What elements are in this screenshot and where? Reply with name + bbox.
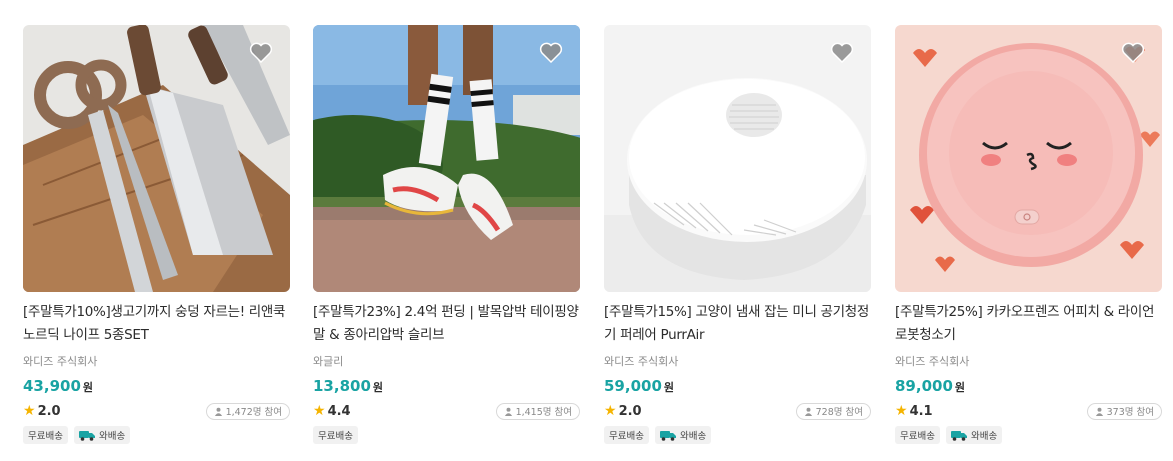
heart-icon[interactable] [539, 41, 563, 63]
heart-icon[interactable] [830, 41, 854, 63]
truck-icon [950, 430, 967, 441]
participants-badge: 1,415명 참여 [495, 402, 580, 420]
participants-badge: 728명 참여 [795, 402, 871, 420]
tag-label: 무료배송 [28, 431, 63, 442]
star-icon: ★ [895, 403, 908, 419]
knife-set-image [23, 25, 290, 292]
product-image[interactable] [895, 25, 1162, 292]
participants-count: 1,472명 참여 [225, 407, 282, 418]
product-card[interactable]: [주말특가23%] 2.4억 펀딩 | 발목압박 테이핑양말 & 종아리압박 슬… [313, 25, 580, 444]
star-icon: ★ [313, 403, 326, 419]
currency: 원 [954, 381, 966, 394]
wa-delivery-tag: 와배송 [654, 426, 712, 444]
rating-row: ★ 2.0 728명 참여 [604, 402, 871, 420]
seller-name: 와글리 [313, 355, 344, 368]
truck-icon [78, 430, 95, 441]
price-row: 59,000 원 [604, 377, 871, 397]
product-grid: [주말특가10%]생고기까지 숭덩 자르는! 리앤쿡 노르딕 나이프 5종SET… [0, 0, 1173, 461]
air-purifier-image [604, 25, 871, 292]
star-icon: ★ [23, 403, 36, 419]
star-icon: ★ [604, 403, 617, 419]
free-shipping-tag: 무료배송 [604, 426, 649, 444]
tag-list: 무료배송 와배송 [23, 426, 290, 444]
rating-row: ★ 4.1 373명 참여 [895, 402, 1162, 420]
rating-row: ★ 2.0 1,472명 참여 [23, 402, 290, 420]
rating: ★ 4.4 [313, 403, 351, 419]
tag-label: 와배송 [970, 431, 998, 442]
rating-value: 2.0 [37, 403, 61, 419]
product-title[interactable]: [주말특가25%] 카카오프렌즈 어피치 & 라이언 로봇청소기 [895, 301, 1162, 347]
price: 89,000 [895, 377, 953, 395]
rating: ★ 2.0 [604, 403, 642, 419]
product-card[interactable]: [주말특가10%]생고기까지 숭덩 자르는! 리앤쿡 노르딕 나이프 5종SET… [23, 25, 290, 444]
participants-badge: 373명 참여 [1086, 402, 1162, 420]
price: 59,000 [604, 377, 662, 395]
tag-list: 무료배송 와배송 [604, 426, 871, 444]
rating-value: 4.4 [327, 403, 351, 419]
tag-label: 와배송 [679, 431, 707, 442]
wa-delivery-tag: 와배송 [73, 426, 131, 444]
tag-list: 무료배송 [313, 426, 580, 444]
rating: ★ 2.0 [23, 403, 61, 419]
person-icon [504, 407, 512, 416]
free-shipping-tag: 무료배송 [313, 426, 358, 444]
wa-delivery-tag: 와배송 [945, 426, 1003, 444]
participants-count: 1,415명 참여 [515, 407, 572, 418]
tag-list: 무료배송 와배송 [895, 426, 1162, 444]
price-row: 43,900 원 [23, 377, 290, 397]
currency: 원 [372, 381, 384, 394]
rating-value: 2.0 [618, 403, 642, 419]
free-shipping-tag: 무료배송 [895, 426, 940, 444]
price-row: 89,000 원 [895, 377, 1162, 397]
rating: ★ 4.1 [895, 403, 933, 419]
person-icon [804, 407, 812, 416]
seller-name: 와디즈 주식회사 [604, 355, 679, 368]
price: 43,900 [23, 377, 81, 395]
person-icon [214, 407, 222, 416]
product-card[interactable]: [주말특가25%] 카카오프렌즈 어피치 & 라이언 로봇청소기 와디즈 주식회… [895, 25, 1162, 444]
running-socks-image [313, 25, 580, 292]
truck-icon [659, 430, 676, 441]
tag-label: 무료배송 [318, 431, 353, 442]
product-title[interactable]: [주말특가23%] 2.4억 펀딩 | 발목압박 테이핑양말 & 종아리압박 슬… [313, 301, 580, 347]
price-row: 13,800 원 [313, 377, 580, 397]
product-title[interactable]: [주말특가10%]생고기까지 숭덩 자르는! 리앤쿡 노르딕 나이프 5종SET [23, 301, 290, 347]
currency: 원 [82, 381, 94, 394]
rating-value: 4.1 [909, 403, 933, 419]
heart-icon[interactable] [249, 41, 273, 63]
product-image[interactable] [604, 25, 871, 292]
free-shipping-tag: 무료배송 [23, 426, 68, 444]
participants-count: 728명 참여 [815, 407, 863, 418]
participants-badge: 1,472명 참여 [205, 402, 290, 420]
tag-label: 와배송 [98, 431, 126, 442]
tag-label: 무료배송 [900, 431, 935, 442]
tag-label: 무료배송 [609, 431, 644, 442]
product-image[interactable] [23, 25, 290, 292]
product-card[interactable]: [주말특가15%] 고양이 냄새 잡는 미니 공기청정기 퍼레어 PurrAir… [604, 25, 871, 444]
price: 13,800 [313, 377, 371, 395]
robot-vacuum-image [895, 25, 1162, 292]
person-icon [1095, 407, 1103, 416]
seller-name: 와디즈 주식회사 [895, 355, 970, 368]
rating-row: ★ 4.4 1,415명 참여 [313, 402, 580, 420]
heart-icon[interactable] [1121, 41, 1145, 63]
product-title[interactable]: [주말특가15%] 고양이 냄새 잡는 미니 공기청정기 퍼레어 PurrAir [604, 301, 871, 347]
participants-count: 373명 참여 [1106, 407, 1154, 418]
product-image[interactable] [313, 25, 580, 292]
currency: 원 [663, 381, 675, 394]
seller-name: 와디즈 주식회사 [23, 355, 98, 368]
